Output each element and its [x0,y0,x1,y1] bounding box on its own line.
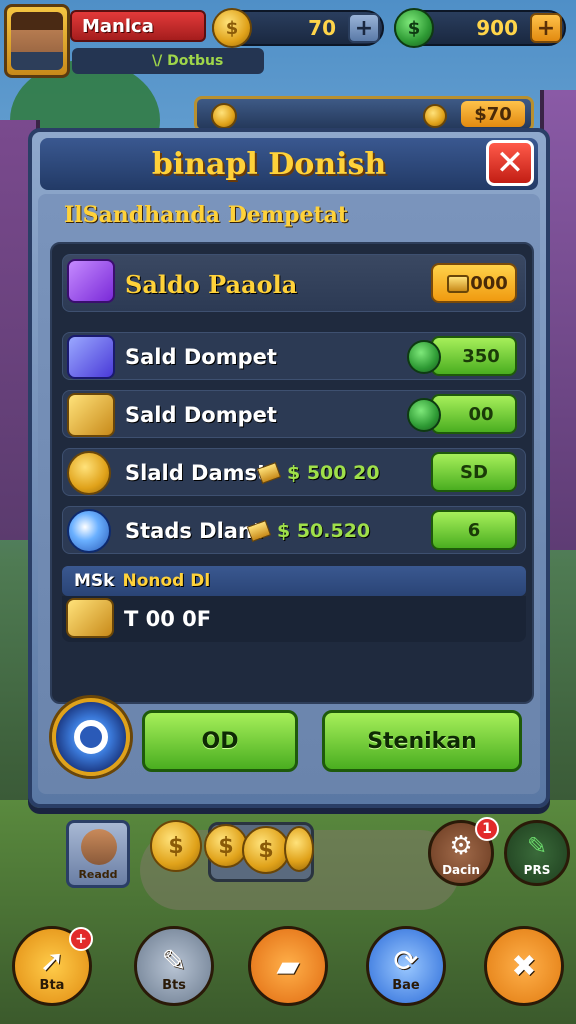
gold-coin-icon [423,104,447,128]
gold-stack-icon [67,393,115,437]
gold-bar-icon [447,275,469,293]
row-label: Stads Dlant [125,519,263,543]
nav-button-wrench[interactable]: ✎ Bts [134,926,214,1006]
section-title: IlSandhanda Dempetat [64,202,349,228]
row-action-button[interactable]: 6 [431,510,517,550]
row-action-label: 350 [462,345,500,367]
row-action-label: SD [460,461,488,483]
balance-list: Saldo Paaola 000 Sald Dompet 350 Sald Do… [50,242,534,704]
coin-tray[interactable]: $ $ $ [150,818,314,884]
nav-label: Bae [392,978,420,993]
player-avatar[interactable] [4,4,70,78]
blue-disc-icon [67,509,111,553]
nav-button-refresh[interactable]: ⟳ Bae [366,926,446,1006]
total-row: T 00 0F [62,596,526,642]
gold-coin-icon [284,826,314,872]
row-action-button[interactable]: 000 [431,263,517,303]
cash-stack-icon: $ [394,8,434,48]
list-item: Sald Dompet 350 [62,332,526,380]
row-action-button[interactable]: 00 [407,394,517,434]
background-resource-value: $70 [461,101,525,127]
gear-icon: ⚙ [449,831,473,861]
cash-amount: 900 [476,16,518,40]
player-name: Manlca [70,10,206,42]
nav-button-gold[interactable]: ▰ [248,926,328,1006]
gold-bar-icon [256,462,282,484]
row-label: Sald Dompet [125,403,277,427]
blue-emblem-icon[interactable] [52,698,130,776]
arrow-icon: ➚ [39,943,65,979]
gold-bar-icon [246,520,272,542]
gold-coin-icon: $ [212,8,252,48]
subheader-text: Nonod Dl [122,571,211,591]
gold-amount: 70 [308,16,336,40]
list-item: Slald Damst $ 500 20 SD [62,448,526,496]
nav-button-arrow[interactable]: ➚ Bta + [12,926,93,1006]
row-amount-value: $ 500 20 [287,462,380,484]
row-label: Slald Damst [125,461,268,485]
nav-button-build[interactable]: ✖ [484,926,564,1006]
row-action-button[interactable]: 350 [407,336,517,376]
gold-coin-icon: $ [242,826,290,874]
gold-coin-icon: $ [150,820,202,872]
total-label: T 00 0F [124,607,212,631]
player-subtitle: \/ Dotbus [72,48,264,74]
row-amount-value: $ 50.520 [277,520,371,542]
row-amount: $ 500 20 [256,449,380,497]
gold-counter: $ 70 + [212,8,384,48]
dialog-body: IlSandhanda Dempetat Saldo Paaola 000 Sa… [38,194,540,794]
character-portrait [81,829,117,865]
ok-button[interactable]: OD [142,710,298,772]
gold-coin-icon [67,451,111,495]
row-action-label: 00 [468,403,494,425]
wrench-icon: ✎ [161,943,187,979]
purple-gem-icon [67,259,115,303]
save-button[interactable]: Stenikan [322,710,522,772]
nav-label: Bts [162,978,186,993]
cash-stack-icon [407,340,441,374]
gold-stack-icon [66,598,114,638]
notification-badge: 1 [475,817,499,841]
background-resource-bar: $70 [194,96,534,132]
total-subheader: MSk Nonod Dl [62,566,526,596]
notification-badge: + [69,927,93,951]
dialog-header: binapl Donish ✕ [40,138,538,190]
side-button-dacin[interactable]: ⚙ Dacin 1 [428,817,499,886]
add-cash-button[interactable]: + [530,13,562,43]
list-item: Stads Dlant $ 50.520 6 [62,506,526,554]
row-action-label: 000 [470,272,508,294]
avatar-portrait [11,12,63,70]
row-action-button[interactable]: SD [431,452,517,492]
close-button[interactable]: ✕ [486,140,534,186]
blue-stack-icon [67,335,115,379]
row-label: Sald Dompet [125,345,277,369]
list-item: Sald Dompet 00 [62,390,526,438]
build-icon: ✖ [511,948,537,984]
row-action-label: 6 [467,519,481,541]
subheader-prefix: MSk [74,571,115,591]
row-amount: $ 50.520 [246,507,371,555]
dialog-title: binapl Donish [151,146,387,182]
side-button-label: PRS [523,863,551,877]
side-button-prs[interactable]: ✎ PRS [504,820,570,886]
character-label: Readd [78,868,118,881]
row-label: Saldo Paaola [125,269,298,299]
gold-bar-icon: ▰ [276,948,300,984]
nav-label: Bta [39,978,65,993]
side-button-label: Dacin [442,863,480,877]
cash-counter: $ 900 + [394,8,566,48]
list-item: Saldo Paaola 000 [62,254,526,312]
cash-stack-icon [407,398,441,432]
gold-coin-icon [211,103,237,129]
refresh-icon: ⟳ [393,943,419,979]
add-gold-button[interactable]: + [348,13,380,43]
tool-icon: ✎ [526,832,548,860]
character-card[interactable]: Readd [66,820,130,888]
wallet-dialog: binapl Donish ✕ IlSandhanda Dempetat Sal… [28,128,550,808]
